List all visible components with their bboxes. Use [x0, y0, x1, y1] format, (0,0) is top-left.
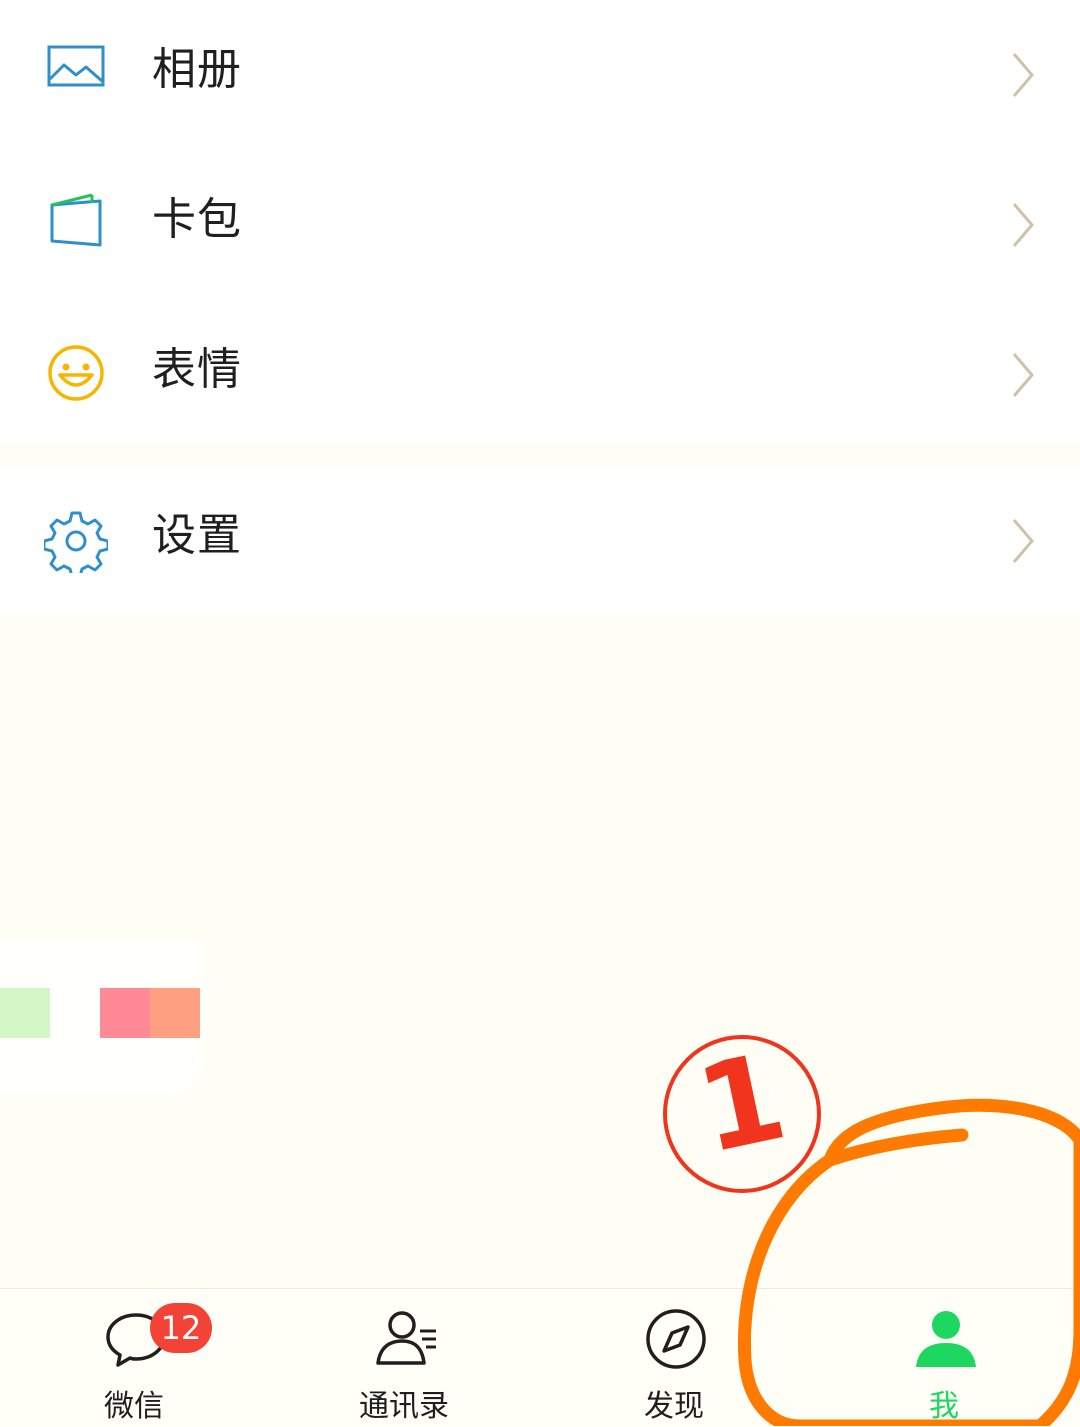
menu-group-settings: 设置: [0, 466, 1080, 616]
swatch-salmon: [150, 988, 200, 1038]
menu-item-card-wallet-label: 卡包: [152, 194, 242, 245]
chevron-right-icon: [1012, 203, 1034, 247]
menu-item-emoji-label: 表情: [152, 344, 242, 395]
tab-contacts-label: 通讯录: [359, 1389, 449, 1424]
settings-gear-icon: [44, 511, 108, 573]
compass-icon: [646, 1309, 706, 1369]
menu-item-settings-label: 设置: [152, 510, 242, 561]
menu-item-settings[interactable]: 设置: [0, 466, 1080, 616]
tab-discover-label: 发现: [644, 1389, 704, 1424]
chevron-right-icon: [1012, 519, 1034, 563]
tab-me-label: 我: [929, 1389, 959, 1424]
album-icon: [47, 45, 105, 87]
tab-discover[interactable]: 发现: [574, 1289, 774, 1427]
chevron-right-icon: [1012, 53, 1034, 97]
menu-item-emoji[interactable]: 表情: [0, 300, 1080, 450]
menu-item-card-wallet[interactable]: 卡包: [0, 150, 1080, 300]
bottom-tab-bar: 12 微信 通讯录 发现 我: [0, 1288, 1080, 1427]
menu-item-album[interactable]: 相册: [0, 0, 1080, 150]
unread-badge: 12: [150, 1303, 212, 1353]
tab-chats-label: 微信: [104, 1389, 164, 1424]
swatch-pink: [100, 988, 150, 1038]
menu-item-album-label: 相册: [152, 44, 242, 95]
tab-me[interactable]: 我: [844, 1289, 1044, 1427]
contacts-icon: [376, 1311, 436, 1365]
emoji-icon: [48, 345, 104, 401]
menu-group-primary: 相册 卡包 表情: [0, 0, 1080, 443]
tab-chats[interactable]: 12 微信: [34, 1289, 234, 1427]
person-icon: [916, 1311, 976, 1367]
swatch-green: [0, 988, 50, 1038]
card-wallet-icon: [50, 193, 102, 247]
tab-contacts[interactable]: 通讯录: [304, 1289, 504, 1427]
chevron-right-icon: [1012, 353, 1034, 397]
annotation-step-number: 1: [686, 1027, 797, 1181]
